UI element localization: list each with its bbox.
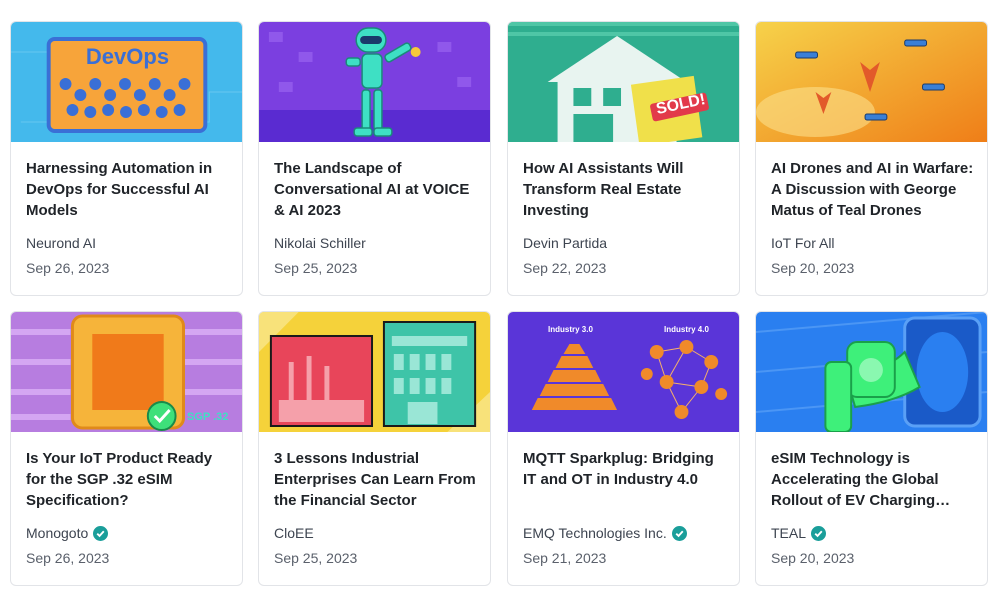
article-title[interactable]: The Landscape of Conversational AI at VO… [274,158,478,221]
devops-gears-illustration[interactable]: DevOps [11,22,242,142]
industry-3-label: Industry 3.0 [548,325,593,334]
article-card[interactable]: 3 Lessons Industrial Enterprises Can Lea… [258,311,491,586]
author-name: CloEE [274,525,314,541]
article-author[interactable]: Monogoto [26,525,109,541]
verified-badge-icon [93,525,109,541]
article-author[interactable]: CloEE [274,525,314,541]
article-author[interactable]: TEAL [771,525,827,541]
author-name: Nikolai Schiller [274,235,366,251]
article-author[interactable]: Neurond AI [26,235,96,251]
author-name: Devin Partida [523,235,608,251]
author-name: Neurond AI [26,235,97,251]
article-card[interactable]: The Landscape of Conversational AI at VO… [258,21,491,296]
industry-4-label: Industry 4.0 [664,325,709,334]
article-date: Sep 26, 2023 [26,260,110,276]
article-card[interactable]: SGP .32 Is Your IoT Product Ready for th… [10,311,243,586]
article-date: Sep 20, 2023 [771,550,855,566]
article-title[interactable]: Harnessing Automation in DevOps for Succ… [26,158,230,221]
article-date: Sep 22, 2023 [523,260,607,276]
robot-microphone-illustration[interactable] [259,22,490,142]
house-sold-sign-illustration[interactable]: SOLD! [508,22,739,142]
author-name: IoT For All [771,235,835,251]
article-card[interactable]: SOLD! How AI Assistants Will Transform R… [507,21,740,296]
factory-and-bank-illustration[interactable] [259,312,490,432]
article-date: Sep 26, 2023 [26,550,110,566]
article-author[interactable]: IoT For All [771,235,835,251]
verified-badge-icon [811,525,827,541]
author-name: Monogoto [26,525,89,541]
article-date: Sep 25, 2023 [274,550,358,566]
article-title[interactable]: eSIM Technology is Accelerating the Glob… [771,448,975,511]
article-title[interactable]: AI Drones and AI in Warfare: A Discussio… [771,158,975,221]
drones-fighter-jets-illustration[interactable] [756,22,987,142]
author-name: EMQ Technologies Inc. [523,525,667,541]
article-card[interactable]: eSIM Technology is Accelerating the Glob… [755,311,988,586]
devops-sign-text: DevOps [85,44,170,69]
article-date: Sep 21, 2023 [523,550,607,566]
article-card[interactable]: AI Drones and AI in Warfare: A Discussio… [755,21,988,296]
article-card[interactable]: Industry 3.0 Industry 4.0 MQTT Sparkplug… [507,311,740,586]
author-name: TEAL [771,525,807,541]
article-date: Sep 20, 2023 [771,260,855,276]
esim-chip-illustration[interactable]: SGP .32 [11,312,242,432]
article-author[interactable]: Devin Partida [523,235,607,251]
article-title[interactable]: MQTT Sparkplug: Bridging IT and OT in In… [523,448,727,490]
sgp-label: SGP .32 [187,411,229,423]
article-card[interactable]: DevOps Harnessing Automation in DevOps f… [10,21,243,296]
article-title[interactable]: How AI Assistants Will Transform Real Es… [523,158,727,221]
industry-pyramid-network-diagram[interactable]: Industry 3.0 Industry 4.0 [508,312,739,432]
article-date: Sep 25, 2023 [274,260,358,276]
article-author[interactable]: EMQ Technologies Inc. [523,525,687,541]
ev-charger-plug-illustration[interactable] [756,312,987,432]
article-title[interactable]: 3 Lessons Industrial Enterprises Can Lea… [274,448,478,511]
verified-badge-icon [671,525,687,541]
article-author[interactable]: Nikolai Schiller [274,235,366,251]
article-title[interactable]: Is Your IoT Product Ready for the SGP .3… [26,448,230,511]
